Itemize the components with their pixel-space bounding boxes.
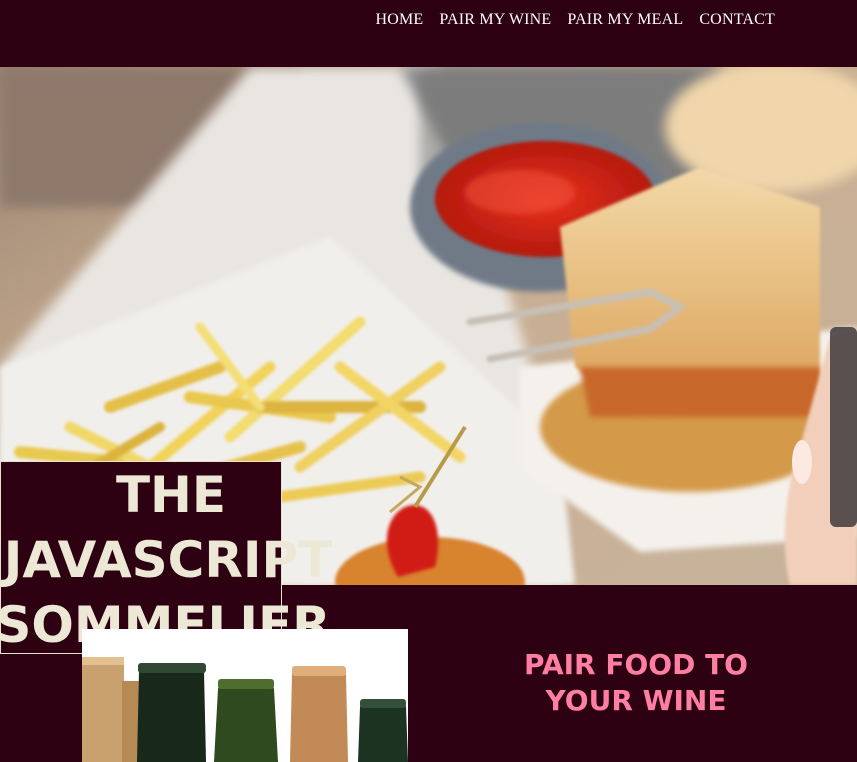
pair-food-heading: PAIR FOOD TO YOUR WINE: [490, 647, 782, 719]
title-line-1: THE: [115, 466, 227, 524]
nav-links: HOME PAIR MY WINE PAIR MY MEAL CONTACT: [375, 11, 775, 29]
pair-heading-line-2: YOUR WINE: [545, 684, 727, 717]
nav-pair-my-wine-link[interactable]: PAIR MY WINE: [439, 11, 551, 29]
wine-bottles-image: [82, 629, 408, 762]
nav-pair-my-meal-link[interactable]: PAIR MY MEAL: [567, 11, 683, 29]
nav-home-link[interactable]: HOME: [375, 11, 423, 29]
nav-contact-link[interactable]: CONTACT: [699, 11, 775, 29]
site-title-box: THE JAVASCRIPT SOMMELIER: [0, 461, 332, 654]
pair-heading-line-1: PAIR FOOD TO: [524, 648, 748, 681]
wine-bottles-illustration: [82, 629, 408, 762]
top-navigation: HOME PAIR MY WINE PAIR MY MEAL CONTACT: [0, 0, 857, 67]
title-line-2: JAVASCRIPT: [3, 531, 333, 589]
